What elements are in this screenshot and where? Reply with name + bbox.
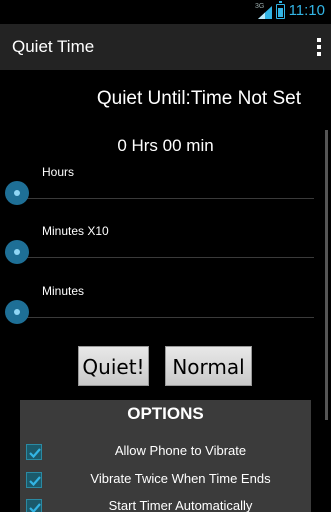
minutes-x10-thumb[interactable] [5,240,29,264]
battery-icon [276,1,285,19]
signal-icon [258,6,272,19]
minutes-thumb[interactable] [5,300,29,324]
hours-thumb[interactable] [5,181,29,205]
minutes-track[interactable] [16,317,314,318]
checkbox-checked-icon[interactable] [26,499,42,512]
status-time: 11:10 [288,2,325,19]
option-label: Allow Phone to Vibrate [114,443,247,458]
checkbox-checked-icon[interactable] [26,444,42,460]
option-vibrate-twice[interactable]: Vibrate Twice When Time Ends [20,470,311,490]
overflow-menu-icon[interactable] [313,36,325,58]
normal-button[interactable]: Normal [165,346,252,386]
minutes-x10-track[interactable] [16,257,314,258]
options-title: OPTIONS [127,404,204,423]
minutes-x10-label: Minutes X10 [42,224,109,238]
option-label: Start Timer Automatically [108,498,253,512]
scrollbar[interactable] [325,130,328,420]
options-panel: OPTIONS Allow Phone to Vibrate Vibrate T… [20,400,311,512]
status-bar: 3G 11:10 [0,0,331,24]
minutes-slider[interactable]: Minutes [0,279,320,324]
action-bar: Quiet Time [0,24,331,70]
option-allow-vibrate[interactable]: Allow Phone to Vibrate [20,442,311,462]
minutes-label: Minutes [42,284,85,298]
quiet-button[interactable]: Quiet! [78,346,149,386]
hours-label: Hours [42,165,75,179]
app-title: Quiet Time [12,37,95,56]
option-start-timer[interactable]: Start Timer Automatically [20,497,311,512]
hours-track[interactable] [16,198,314,199]
checkbox-checked-icon[interactable] [26,472,42,488]
option-label: Vibrate Twice When Time Ends [90,471,271,486]
minutes-x10-slider[interactable]: Minutes X10 [0,219,320,264]
hours-slider[interactable]: Hours [0,160,320,205]
quiet-until-text: Quiet Until:Time Not Set [96,88,301,109]
duration-text: 0 Hrs 00 min [117,136,214,155]
